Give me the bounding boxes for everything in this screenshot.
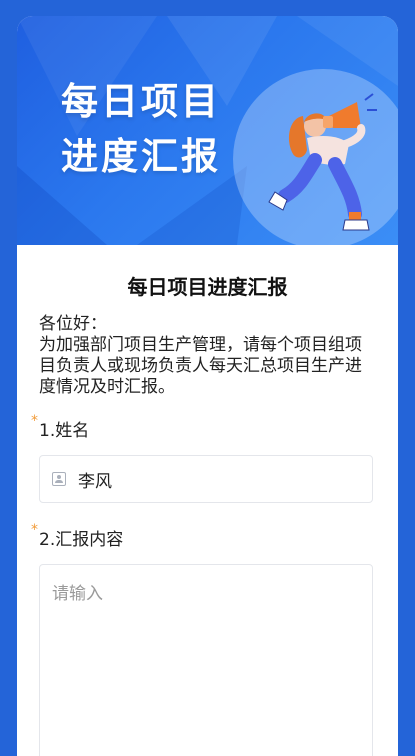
required-mark: * [31, 522, 38, 538]
user-icon [52, 472, 66, 486]
banner-title: 每日项目 进度汇报 [61, 74, 221, 184]
form-title: 每日项目进度汇报 [127, 275, 288, 299]
name-input[interactable]: 李风 [39, 455, 373, 503]
form-card: 每日项目 进度汇报 每日项目进度汇报 各位好： 为加强部门项目生产管理，请每个项… [17, 16, 398, 756]
banner-title-line2: 进度汇报 [61, 135, 221, 178]
megaphone-runner-illustration [268, 93, 377, 231]
question-name-label: * 1.姓名 [31, 413, 398, 441]
report-placeholder: 请输入 [52, 584, 103, 604]
question-report-label: * 2.汇报内容 [31, 522, 398, 550]
banner: 每日项目 进度汇报 [17, 16, 398, 245]
required-mark: * [31, 413, 38, 429]
question-label: 2.汇报内容 [39, 530, 124, 550]
intro-text: 各位好： 为加强部门项目生产管理，请每个项目组项目负责人或现场负责人每天汇总项目… [39, 314, 362, 397]
name-input-value: 李风 [78, 471, 112, 492]
question-label: 1.姓名 [39, 421, 90, 441]
form-intro: 各位好： 为加强部门项目生产管理，请每个项目组项目负责人或现场负责人每天汇总项目… [39, 314, 369, 398]
report-textarea[interactable]: 请输入 [39, 564, 373, 756]
banner-title-line1: 每日项目 [61, 80, 221, 123]
